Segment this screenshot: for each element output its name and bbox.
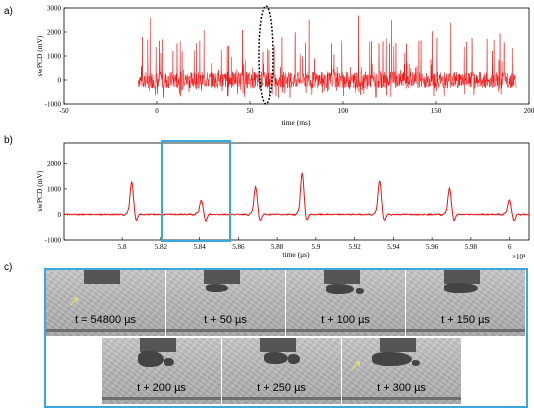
frame-time-label: t + 200 µs: [137, 382, 186, 394]
chart-b-ytick-label-2: 1000: [47, 185, 62, 193]
cavitation-blob: [264, 352, 288, 364]
chart-b: 5.8 5.82 5.84 5.86 5.88 5.9 5.92 5.94 5.96 5.98 6-…: [35, 140, 530, 261]
chart-b-xtick-label-3: 5.86: [232, 243, 245, 251]
chart-b-xtick-label-10: 6: [508, 243, 512, 251]
bubble-cloud: [84, 270, 120, 284]
cavitation-blob: [206, 284, 228, 292]
frame-time-label: t + 150 µs: [441, 314, 490, 326]
chart-b-ylabel: swPCD (mV): [35, 170, 44, 212]
chart-a-ytick-label-4: 3000: [47, 5, 62, 13]
chart-a-highlight-ellipse: [258, 5, 274, 105]
bubble-cloud: [140, 338, 176, 352]
chart-b-xlabel: time (μs): [282, 250, 310, 259]
chart-b-xtick-label-2: 5.84: [194, 243, 207, 251]
chart-a-xtick-label-4: 150: [431, 107, 442, 115]
chart-a-ytick-label-0: -1000: [45, 101, 62, 109]
sample-edge: [406, 329, 525, 332]
image-frame-2: t + 100 µs: [286, 270, 405, 336]
bubble-cloud: [260, 338, 296, 352]
chart-b-xtick-label-6: 5.92: [349, 243, 362, 251]
chart-b-ytick-label-0: -1000: [45, 237, 62, 245]
chart-a-xtick-label-1: 0: [155, 107, 159, 115]
bubble-cloud: [204, 270, 240, 284]
cavitation-blob: [444, 283, 478, 293]
chart-a-signal-line: [138, 15, 517, 98]
chart-a-xtick-label-3: 100: [338, 107, 349, 115]
sample-edge: [102, 397, 221, 400]
cavitation-blob: [138, 351, 164, 367]
chart-b-ytick-label-1: 0: [58, 211, 62, 219]
chart-a-ytick-label-1: 0: [58, 77, 62, 85]
bubble-cloud: [324, 270, 360, 284]
sample-edge: [46, 329, 165, 332]
chart-a-ylabel: swPCD (mV): [35, 35, 44, 77]
chart-a-plot-frame: [63, 7, 530, 105]
arrow-icon: ↗: [350, 359, 362, 374]
chart-b-x-multiplier: ×10⁴: [512, 253, 526, 261]
arrow-icon: ↗: [68, 295, 80, 310]
bubble-cloud: [380, 338, 416, 352]
sample-edge: [222, 397, 341, 400]
image-frame-4: t + 200 µs: [102, 338, 221, 404]
chart-b-highlight-box: [161, 140, 231, 242]
frame-time-label: t + 250 µs: [257, 382, 306, 394]
image-frame-6: ↗ t + 300 µs: [342, 338, 461, 404]
sample-edge: [342, 397, 461, 400]
chart-b-xtick-label-0: 5.8: [118, 243, 127, 251]
chart-a-ytick-label-2: 1000: [47, 53, 62, 61]
cavitation-blob: [288, 354, 300, 364]
chart-b-xtick-label-9: 5.98: [465, 243, 478, 251]
chart-b-plot-frame: [63, 142, 530, 241]
cavitation-blob: [372, 352, 412, 366]
chart-a: -50 0 50 100 150 200-10000100020003000 swPCD …: [35, 5, 534, 128]
cavitation-blob: [412, 360, 420, 366]
chart-a-ytick-label-3: 2000: [47, 29, 62, 37]
frame-time-label: t + 100 µs: [321, 314, 370, 326]
image-frame-1: t + 50 µs: [166, 270, 285, 336]
sample-edge: [286, 329, 405, 332]
chart-a-xtick-label-2: 50: [247, 107, 255, 115]
chart-b-xtick-label-7: 5.94: [387, 243, 400, 251]
chart-b-signal-line: [63, 172, 530, 223]
frame-time-label: t + 50 µs: [204, 314, 247, 326]
image-frame-5: t + 250 µs: [222, 338, 341, 404]
cavitation-blob: [326, 284, 354, 294]
chart-a-xtick-label-5: 200: [524, 107, 534, 115]
chart-b-xtick-label-1: 5.82: [155, 243, 168, 251]
panel-label-c: c): [4, 262, 13, 273]
chart-b-xtick-label-8: 5.96: [426, 243, 439, 251]
image-frame-3: t + 150 µs: [406, 270, 525, 336]
chart-a-xlabel: time (ms): [282, 118, 311, 127]
image-frame-0: ↗ t = 54800 µs: [46, 270, 165, 336]
bubble-cloud: [444, 270, 480, 284]
cavitation-blob: [164, 358, 174, 366]
high-speed-image-grid: ↗ t = 54800 µs t + 50 µs t + 100 µs t + 150 …: [44, 268, 528, 408]
frame-time-label: t = 54800 µs: [74, 314, 137, 326]
cavitation-blob: [356, 288, 364, 294]
chart-b-ytick-label-3: 2000: [47, 160, 62, 168]
sample-edge: [166, 329, 285, 332]
chart-b-xtick-label-5: 5.9: [312, 243, 321, 251]
frame-time-label: t + 300 µs: [377, 382, 426, 394]
